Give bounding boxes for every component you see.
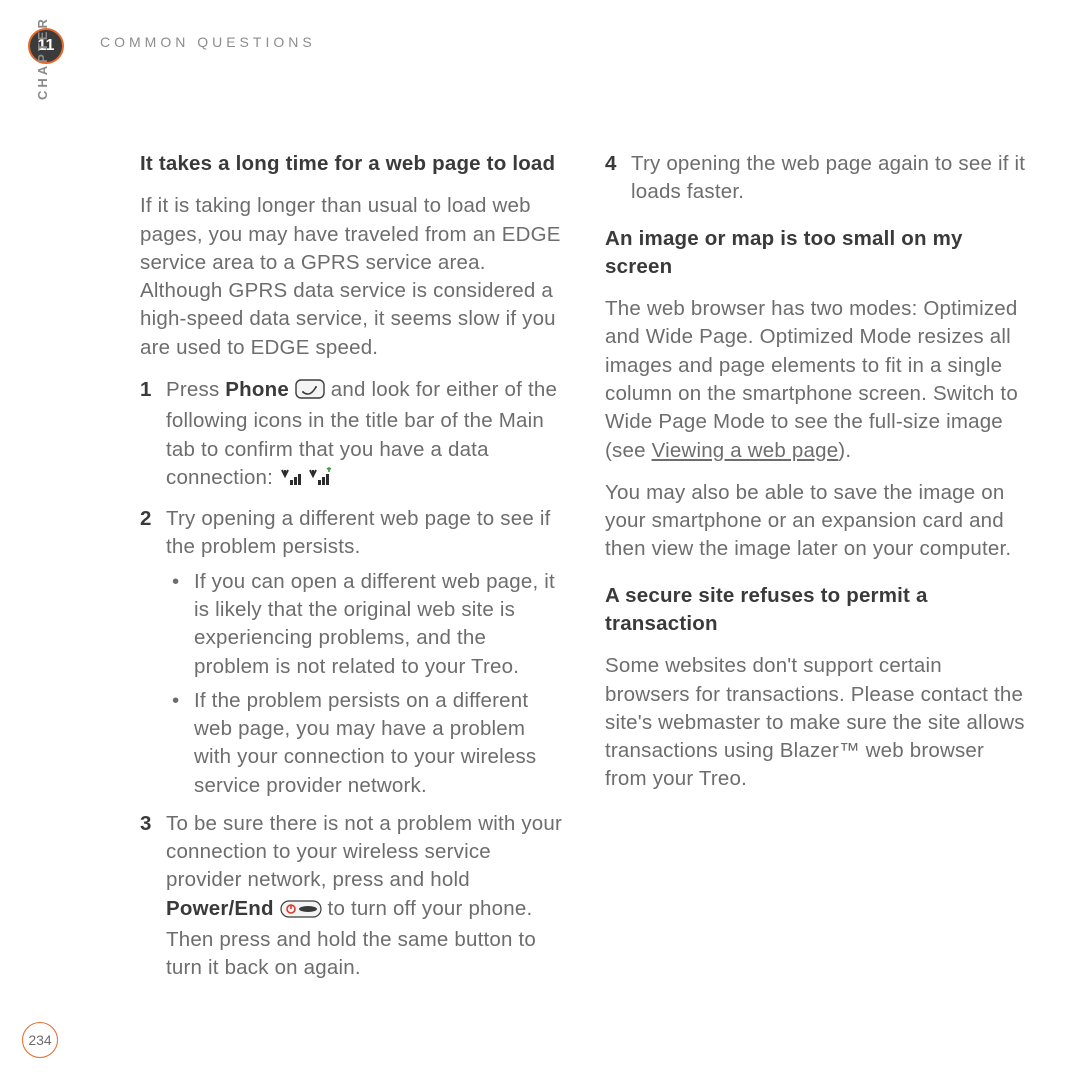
step-4-text: Try opening the web page again to see if… — [631, 150, 1030, 207]
step-4: 4 Try opening the web page again to see … — [605, 150, 1030, 207]
para-image-small-b: ). — [838, 439, 851, 462]
step-1-body: Press Phone and look for either of the f… — [166, 376, 565, 495]
step-number: 2 — [140, 505, 166, 800]
step-2-bullet-2: • If the problem persists on a different… — [166, 687, 565, 800]
step-1-text-a: Press — [166, 378, 225, 401]
phone-key-label: Phone — [225, 378, 289, 401]
running-head: COMMON QUESTIONS — [100, 34, 316, 50]
column-left: It takes a long time for a web page to l… — [140, 150, 565, 993]
para-save-image: You may also be able to save the image o… — [605, 479, 1030, 564]
step-3-text-a: To be sure there is not a problem with y… — [166, 812, 562, 892]
heading-slow-load: It takes a long time for a web page to l… — [140, 152, 555, 175]
step-2: 2 Try opening a different web page to se… — [140, 505, 565, 800]
bullet-dot-icon: • — [166, 687, 194, 800]
step-2-bullet-1-text: If you can open a different web page, it… — [194, 568, 565, 681]
step-number: 1 — [140, 376, 166, 495]
para-slow-load-intro: If it is taking longer than usual to loa… — [140, 192, 565, 362]
phone-key-icon — [295, 379, 325, 407]
power-end-key-icon — [280, 898, 322, 926]
column-right: 4 Try opening the web page again to see … — [605, 150, 1030, 993]
chapter-label: CHAPTER — [35, 16, 50, 100]
step-2-bullet-2-text: If the problem persists on a different w… — [194, 687, 565, 800]
page-number: 234 — [28, 1032, 51, 1048]
heading-secure-site: A secure site refuses to permit a transa… — [605, 584, 928, 635]
content-area: It takes a long time for a web page to l… — [140, 150, 1030, 993]
para-image-small-a: The web browser has two modes: Optimized… — [605, 297, 1018, 461]
signal-icon-1 — [279, 467, 301, 495]
signal-icon-2 — [307, 467, 333, 495]
link-viewing-web-page[interactable]: Viewing a web page — [652, 439, 839, 462]
step-2-body: Try opening a different web page to see … — [166, 505, 565, 800]
bullet-dot-icon: • — [166, 568, 194, 681]
step-2-text: Try opening a different web page to see … — [166, 507, 550, 558]
para-image-small: The web browser has two modes: Optimized… — [605, 295, 1030, 465]
step-3-body: To be sure there is not a problem with y… — [166, 810, 565, 983]
step-1: 1 Press Phone and look for either of the… — [140, 376, 565, 495]
para-secure-site: Some websites don't support certain brow… — [605, 652, 1030, 793]
power-end-label: Power/End — [166, 897, 274, 920]
step-number: 3 — [140, 810, 166, 983]
step-2-bullet-1: • If you can open a different web page, … — [166, 568, 565, 681]
page-number-badge: 234 — [22, 1022, 58, 1058]
step-3: 3 To be sure there is not a problem with… — [140, 810, 565, 983]
heading-image-small: An image or map is too small on my scree… — [605, 227, 963, 278]
page: 11 CHAPTER COMMON QUESTIONS It takes a l… — [0, 0, 1080, 1080]
step-number: 4 — [605, 150, 631, 207]
